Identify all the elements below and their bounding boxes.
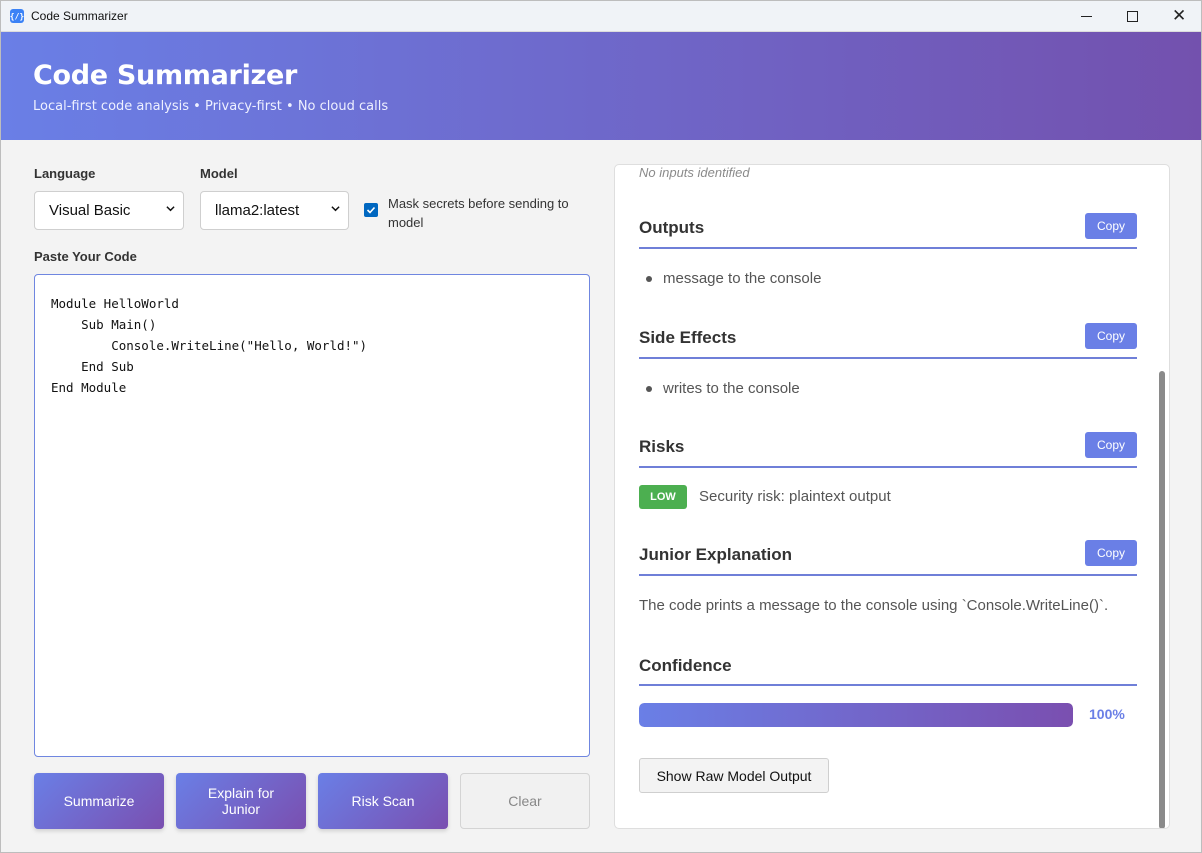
language-select[interactable]: Visual Basic <box>34 191 184 230</box>
bullet-icon <box>646 386 652 392</box>
copy-outputs-button[interactable]: Copy <box>1085 213 1137 239</box>
mask-secrets-checkbox[interactable] <box>364 203 378 217</box>
language-select-value: Visual Basic <box>49 202 131 219</box>
side-effects-item: writes to the console <box>663 380 800 397</box>
results-scrollbar[interactable] <box>1155 165 1169 828</box>
app-icon: {/} <box>10 9 24 23</box>
confidence-bar-fill <box>639 703 1073 727</box>
outputs-item: message to the console <box>663 270 822 287</box>
risk-text: Security risk: plaintext output <box>699 488 891 505</box>
confidence-percent: 100% <box>1089 706 1125 722</box>
risk-level-badge: LOW <box>639 485 687 509</box>
bullet-icon <box>646 276 652 282</box>
model-select-value: llama2:latest <box>215 202 300 219</box>
page-title: Code Summarizer <box>33 60 297 91</box>
copy-risks-button[interactable]: Copy <box>1085 432 1137 458</box>
maximize-icon <box>1127 11 1138 22</box>
close-icon: ✕ <box>1172 6 1187 26</box>
app-window: {/} Code Summarizer ✕ Code Summarizer Lo… <box>0 0 1202 853</box>
side-effects-title: Side Effects <box>639 328 737 347</box>
outputs-title: Outputs <box>639 218 705 237</box>
risks-title: Risks <box>639 437 685 456</box>
code-label: Paste Your Code <box>34 249 137 264</box>
chevron-down-icon <box>166 206 175 212</box>
inputs-empty-text: No inputs identified <box>639 165 750 180</box>
checkmark-icon <box>366 206 376 214</box>
junior-explanation-text: The code prints a message to the console… <box>639 597 1109 614</box>
confidence-title: Confidence <box>639 656 732 675</box>
clear-button[interactable]: Clear <box>460 773 590 829</box>
title-bar: {/} Code Summarizer ✕ <box>1 1 1201 32</box>
language-label: Language <box>34 166 96 181</box>
explain-junior-button[interactable]: Explain for Junior <box>176 773 306 829</box>
page-subtitle: Local-first code analysis • Privacy-firs… <box>33 99 389 114</box>
model-select[interactable]: llama2:latest <box>200 191 349 230</box>
maximize-button[interactable] <box>1109 1 1155 32</box>
copy-junior-button[interactable]: Copy <box>1085 540 1137 566</box>
show-raw-output-button[interactable]: Show Raw Model Output <box>639 758 829 793</box>
window-controls: ✕ <box>1063 1 1201 32</box>
minimize-icon <box>1081 16 1092 17</box>
mask-secrets-label: Mask secrets before sending to model <box>388 196 569 230</box>
copy-side-effects-button[interactable]: Copy <box>1085 323 1137 349</box>
chevron-down-icon <box>331 206 340 212</box>
junior-explanation-title: Junior Explanation <box>639 545 793 564</box>
confidence-bar <box>639 703 1073 727</box>
code-input[interactable]: Module HelloWorld Sub Main() Console.Wri… <box>34 274 590 757</box>
minimize-button[interactable] <box>1063 1 1109 32</box>
window-title: Code Summarizer <box>31 9 128 23</box>
confidence-divider <box>639 684 1137 686</box>
junior-divider <box>639 574 1137 576</box>
side-effects-divider <box>639 357 1137 359</box>
header-banner: Code Summarizer Local-first code analysi… <box>1 32 1201 140</box>
outputs-divider <box>639 247 1137 249</box>
results-panel[interactable]: No inputs identified Outputs Copy messag… <box>614 164 1170 829</box>
risks-divider <box>639 466 1137 468</box>
risk-scan-button[interactable]: Risk Scan <box>318 773 448 829</box>
model-label: Model <box>200 166 238 181</box>
close-button[interactable]: ✕ <box>1155 1 1201 32</box>
summarize-button[interactable]: Summarize <box>34 773 164 829</box>
scrollbar-thumb[interactable] <box>1159 371 1165 828</box>
